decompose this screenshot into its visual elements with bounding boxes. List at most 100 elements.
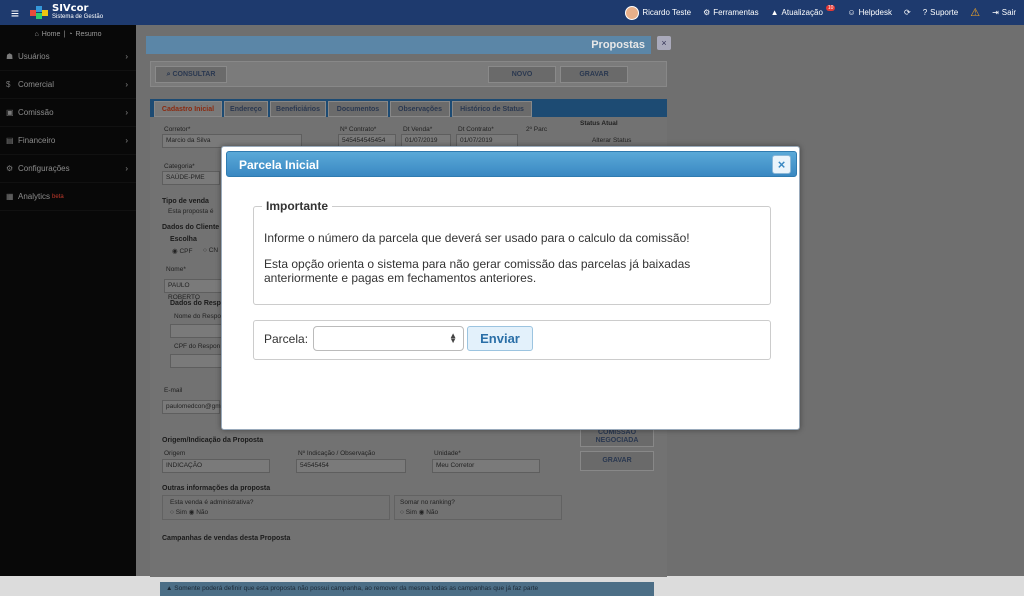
atualizacao-label: Atualização xyxy=(781,8,823,17)
panel-close-button[interactable]: × xyxy=(657,36,671,50)
importante-fieldset: Importante Informe o número da parcela q… xyxy=(253,199,771,305)
parc-label: 2º Parc xyxy=(526,126,548,133)
tab-documentos[interactable]: Documentos xyxy=(328,101,388,117)
page-title: Propostas xyxy=(591,39,645,51)
alert-button[interactable]: ⚠ xyxy=(970,6,980,19)
sidebar-item-configuracoes[interactable]: ⚙ Configurações › xyxy=(0,155,136,183)
sidebar-item-comercial[interactable]: $ Comercial › xyxy=(0,71,136,99)
dados-cliente-heading: Dados do Cliente xyxy=(162,224,220,231)
ferramentas-label: Ferramentas xyxy=(713,8,759,17)
tipo-venda-heading: Tipo de venda xyxy=(162,198,209,205)
sidebar-item-label: Usuários xyxy=(18,52,50,61)
user-name: Ricardo Teste xyxy=(642,8,692,17)
tipo-venda-option[interactable]: Esta proposta é xyxy=(168,208,214,215)
sidebar-item-label: Analytics xyxy=(18,192,51,201)
question-icon: ? xyxy=(922,8,928,17)
campanha-alert: ▲ Somente poderá definir que esta propos… xyxy=(160,582,654,596)
tab-endereco[interactable]: Endereço xyxy=(224,101,268,117)
status-label: Status Atual xyxy=(580,120,618,127)
gears-icon: ⚙ xyxy=(6,164,14,173)
sidebar-item-usuarios[interactable]: ☗ Usuários › xyxy=(0,43,136,71)
tab-beneficiarios[interactable]: Beneficiários xyxy=(270,101,326,117)
analytics-icon: ▦ xyxy=(6,192,14,201)
unidade-label: Unidade* xyxy=(434,450,461,457)
gravar-side-button[interactable]: GRAVAR xyxy=(580,451,654,471)
cpf-resp-field[interactable] xyxy=(170,354,222,368)
unidade-select[interactable]: Meu Corretor xyxy=(432,459,540,473)
refresh-button[interactable]: ⟳ xyxy=(904,8,911,17)
enviar-button[interactable]: Enviar xyxy=(467,326,533,351)
campanhas-heading: Campanhas de vendas desta Proposta xyxy=(162,535,291,542)
categoria-field[interactable]: SAÚDE-PME xyxy=(162,171,220,185)
sidebar-item-label: Comercial xyxy=(18,80,55,89)
tab-bar: Cadastro Inicial Endereço Beneficiários … xyxy=(150,99,667,117)
menu-icon[interactable]: ≡ xyxy=(0,5,30,21)
sidebar-item-comissao[interactable]: ▣ Comissão › xyxy=(0,99,136,127)
comissao-negociada-button[interactable]: COMISSÃO NEGOCIADA xyxy=(580,427,654,447)
indicacao-field[interactable]: 54545454 xyxy=(296,459,406,473)
email-field[interactable]: paulomedcon@gm xyxy=(162,400,221,414)
sidebar-item-financeiro[interactable]: ▤ Financeiro › xyxy=(0,127,136,155)
logo[interactable]: SIVcor Sistema de Gestão xyxy=(30,3,104,21)
alterar-status-button[interactable]: Alterar Status xyxy=(592,137,631,144)
chart-icon: ◔ xyxy=(68,30,73,38)
cpf-radio[interactable]: ◉ CPF xyxy=(172,247,192,255)
sidebar-home[interactable]: ⌂ Home | ◔ Resumo xyxy=(0,25,136,43)
suporte-label: Suporte xyxy=(930,8,959,17)
admin-radios[interactable]: ○ Sim ◉ Não xyxy=(170,508,208,516)
parcela-inicial-modal: Parcela Inicial × Importante Informe o n… xyxy=(221,146,800,430)
parcela-input[interactable]: ▲ ▼ xyxy=(313,326,464,351)
nome-resp-field[interactable] xyxy=(170,324,222,338)
panel-header: Propostas xyxy=(146,36,651,54)
origem-label: Origem xyxy=(164,450,186,457)
corretor-label: Corretor* xyxy=(164,126,191,133)
escolha-heading: Escolha xyxy=(170,236,197,243)
consultar-button[interactable]: ⌕ CONSULTAR xyxy=(155,66,227,83)
tab-cadastro-inicial[interactable]: Cadastro Inicial xyxy=(154,101,222,117)
novo-button[interactable]: NOVO xyxy=(488,66,556,83)
instruction-text: Informe o número da parcela que deverá s… xyxy=(264,231,690,245)
user-menu[interactable]: Ricardo Teste xyxy=(625,5,692,20)
spinner-icon[interactable]: ▲ ▼ xyxy=(449,332,457,345)
sidebar-item-analytics[interactable]: ▦ Analytics beta xyxy=(0,183,136,211)
suporte-menu[interactable]: ? Suporte xyxy=(923,8,958,17)
logo-subtitle: Sistema de Gestão xyxy=(52,13,104,20)
sidebar-item-label: Configurações xyxy=(18,164,70,173)
gravar-button[interactable]: GRAVAR xyxy=(560,66,628,83)
helpdesk-label: Helpdesk xyxy=(858,8,892,17)
outras-heading: Outras informações da proposta xyxy=(162,485,271,492)
nome-field[interactable]: PAULO ROBERTO xyxy=(164,279,222,301)
money-icon: ▣ xyxy=(6,108,14,117)
admin-question: Esta venda é administrativa? xyxy=(170,499,254,506)
chevron-right-icon: › xyxy=(125,136,128,145)
nome-resp-label: Nome do Respo xyxy=(174,313,221,320)
email-label: E-mail xyxy=(164,387,183,394)
origem-select[interactable]: INDICAÇÃO xyxy=(162,459,270,473)
ferramentas-menu[interactable]: ⚙ Ferramentas xyxy=(703,8,759,17)
tab-observacoes[interactable]: Observações xyxy=(390,101,450,117)
cnpj-radio[interactable]: ○ CN xyxy=(203,247,218,254)
ranking-radios[interactable]: ○ Sim ◉ Não xyxy=(400,508,438,516)
resumo-label: Resumo xyxy=(75,30,102,38)
toolbar: ⌕ CONSULTAR NOVO GRAVAR xyxy=(150,61,667,87)
helpdesk-menu[interactable]: ☺ Helpdesk xyxy=(847,8,892,17)
chevron-right-icon: › xyxy=(125,52,128,61)
modal-header: Parcela Inicial × xyxy=(226,151,797,177)
logout-icon: ⇥ xyxy=(992,8,999,17)
explanation-text: Esta opção orienta o sistema para não ge… xyxy=(264,257,691,285)
modal-close-button[interactable]: × xyxy=(772,155,791,174)
cpf-resp-label: CPF do Respon xyxy=(174,343,221,350)
wallet-icon: ▤ xyxy=(6,136,14,145)
modal-title: Parcela Inicial xyxy=(239,158,320,172)
logo-mark xyxy=(30,5,48,20)
atualizacao-menu[interactable]: ▲ Atualização 10 xyxy=(771,4,836,17)
sair-button[interactable]: ⇥ Sair xyxy=(992,8,1016,17)
warning-icon: ▲ xyxy=(166,585,175,592)
home-icon: ⌂ xyxy=(34,30,39,38)
nome-label: Nome* xyxy=(166,266,186,273)
gears-icon: ⚙ xyxy=(703,8,711,17)
tab-historico-status[interactable]: Histórico de Status xyxy=(452,101,532,117)
refresh-icon: ⟳ xyxy=(904,8,911,17)
parcela-fieldset: Parcela: ▲ ▼ Enviar xyxy=(253,320,771,360)
ranking-question: Somar no ranking? xyxy=(400,499,455,506)
